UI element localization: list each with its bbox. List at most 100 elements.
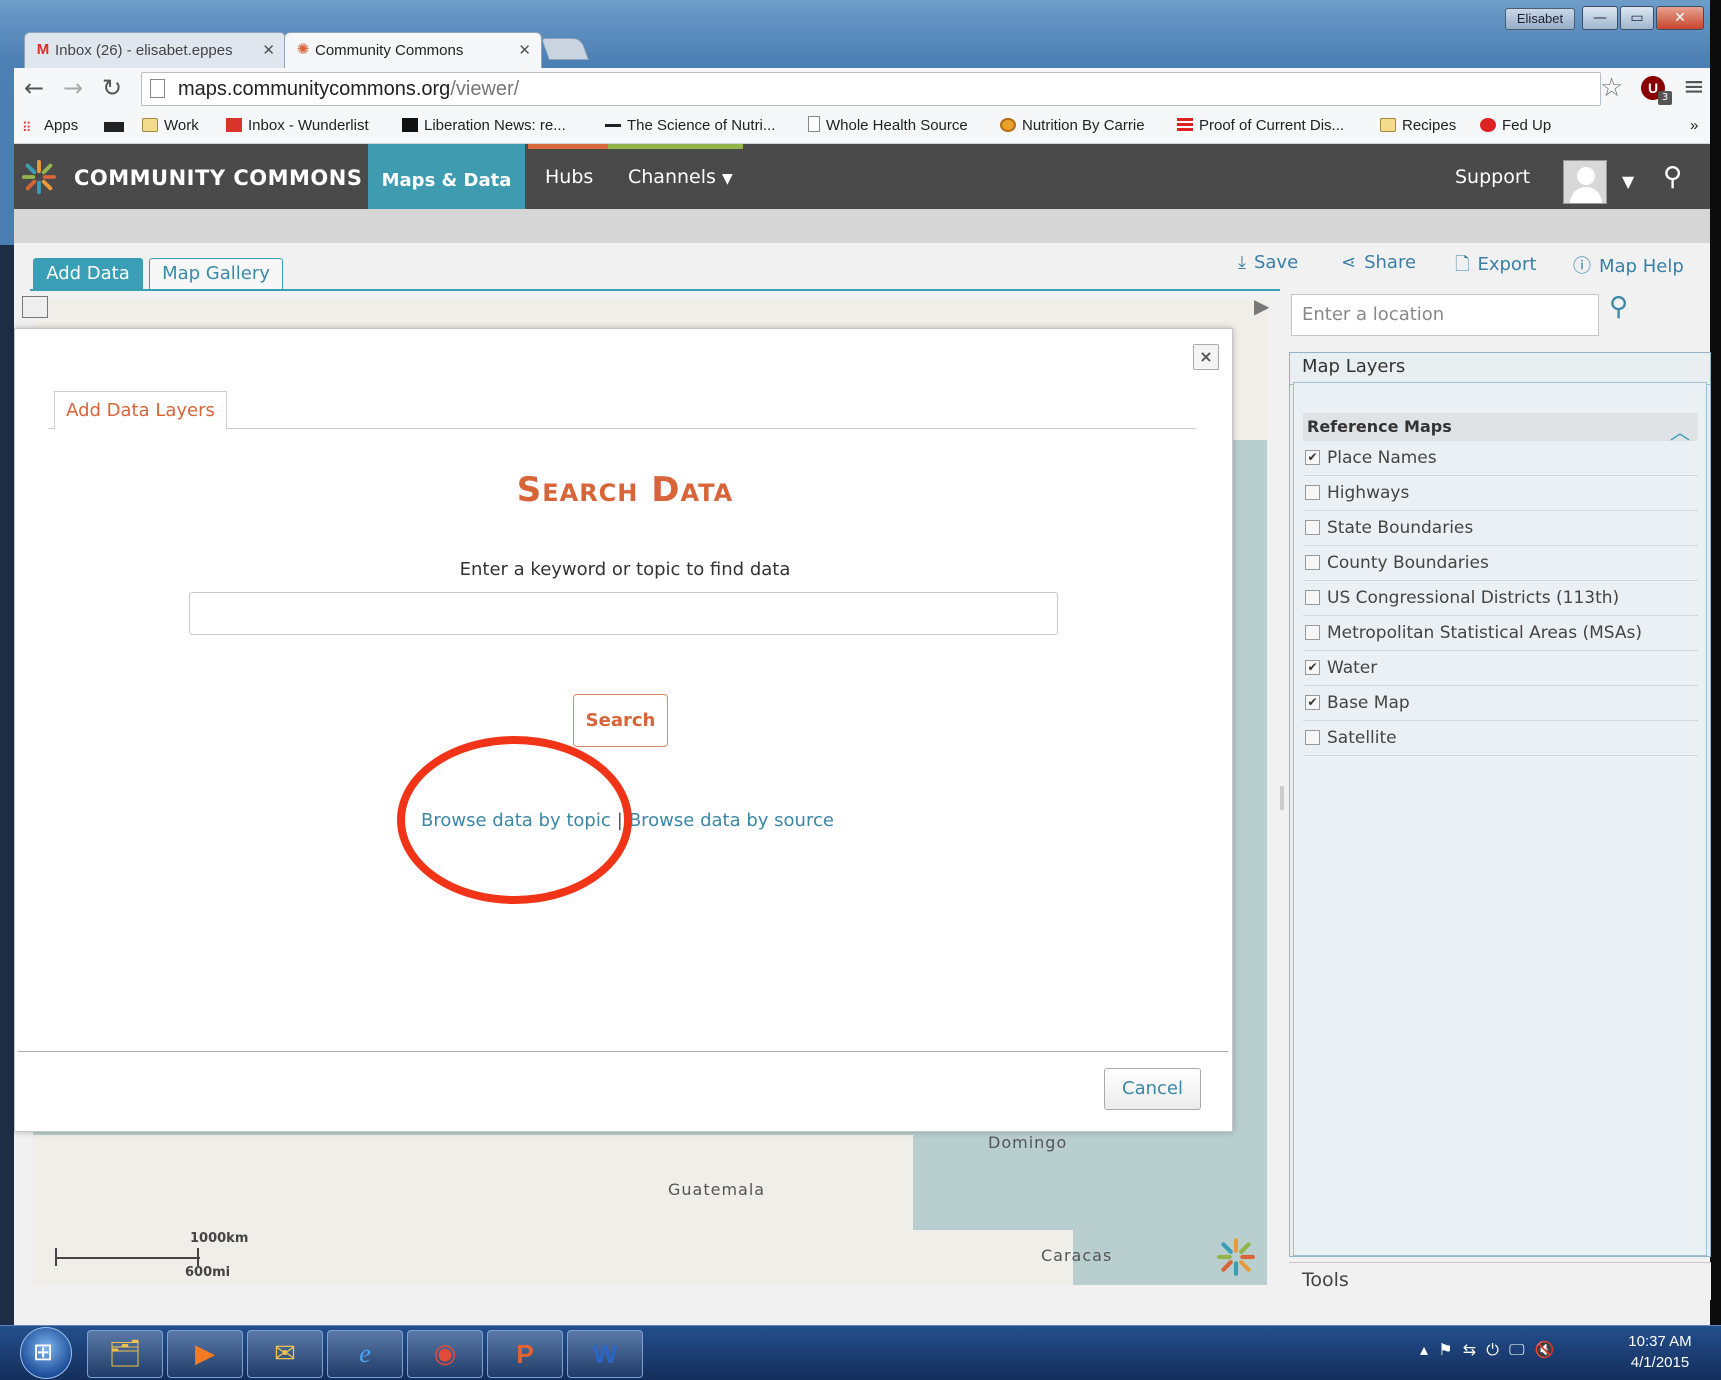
apps-grid-icon: ⠿ — [22, 120, 32, 135]
bookmark-nutrition-carrie[interactable]: Nutrition By Carrie — [1000, 114, 1145, 138]
layer-row[interactable]: US Congressional Districts (113th) — [1303, 581, 1698, 616]
tab-map-gallery[interactable]: Map Gallery — [149, 258, 283, 290]
page-icon — [808, 116, 820, 132]
search-input[interactable] — [189, 592, 1058, 635]
clock-time[interactable]: 10:37 AM — [1620, 1333, 1700, 1350]
layer-row[interactable]: ✔ Water — [1303, 651, 1698, 686]
search-icon[interactable]: ⚲ — [1609, 292, 1628, 322]
reload-icon[interactable]: ↻ — [102, 74, 122, 102]
close-tab-icon[interactable]: ✕ — [518, 41, 531, 59]
map-label-guatemala: Guatemala — [668, 1180, 766, 1199]
bookmark-bbc[interactable] — [104, 114, 130, 138]
internet-explorer-icon[interactable]: e — [327, 1330, 403, 1378]
word-icon[interactable]: W — [567, 1330, 643, 1378]
scale-km-label: 1000km — [190, 1231, 249, 1246]
layer-label: Water — [1327, 658, 1378, 678]
browse-by-source-link[interactable]: Browse data by source — [629, 810, 834, 831]
layer-row[interactable]: Satellite — [1303, 721, 1698, 756]
close-window-button[interactable]: ✕ — [1656, 6, 1704, 30]
forward-arrow-icon[interactable]: → — [63, 74, 83, 102]
export-label: Export — [1477, 254, 1537, 275]
collapse-panel-arrow-icon[interactable]: ▶ — [1254, 294, 1269, 318]
tab-add-data-layers[interactable]: Add Data Layers — [54, 391, 227, 430]
save-button[interactable]: ⤓ Save — [1238, 252, 1298, 273]
cancel-button[interactable]: Cancel — [1104, 1068, 1201, 1110]
tab-add-data[interactable]: Add Data — [33, 258, 143, 290]
layer-label: Place Names — [1327, 448, 1437, 468]
tools-panel-header[interactable]: Tools — [1289, 1262, 1711, 1300]
checkbox[interactable] — [1305, 485, 1320, 500]
bbc-icon — [104, 122, 124, 132]
panel-splitter-handle[interactable] — [1280, 786, 1284, 810]
close-tab-icon[interactable]: ✕ — [262, 41, 275, 59]
share-button[interactable]: ⋖ Share — [1341, 252, 1416, 273]
nav-channels[interactable]: Channels ▼ — [628, 166, 733, 188]
liberation-news-icon — [402, 118, 418, 132]
map-help-button[interactable]: ⓘ Map Help — [1573, 252, 1684, 278]
layer-row[interactable]: ✔ Place Names — [1303, 441, 1698, 476]
bookmark-science-nutrition[interactable]: The Science of Nutri... — [605, 114, 775, 138]
maximize-button[interactable]: ▭ — [1620, 6, 1654, 30]
clock-date[interactable]: 4/1/2015 — [1620, 1354, 1700, 1371]
search-icon[interactable]: ⚲ — [1663, 162, 1682, 192]
checkbox-checked[interactable]: ✔ — [1305, 695, 1320, 710]
nutrition-carrie-icon — [1000, 118, 1016, 132]
layer-row[interactable]: Highways — [1303, 476, 1698, 511]
bookmark-apps[interactable]: ⠿ Apps — [22, 114, 78, 138]
layer-row[interactable]: State Boundaries — [1303, 511, 1698, 546]
bookmark-fed-up[interactable]: Fed Up — [1480, 114, 1551, 138]
tab-community-commons[interactable]: ✺ Community Commons ✕ — [284, 32, 542, 68]
window-user-badge[interactable]: Elisabet — [1505, 8, 1575, 30]
map-extent-icon[interactable] — [22, 296, 48, 318]
windows-explorer-icon[interactable]: 🗂 — [87, 1330, 163, 1378]
checkbox[interactable] — [1305, 555, 1320, 570]
nav-support[interactable]: Support — [1455, 166, 1530, 188]
back-arrow-icon[interactable]: ← — [24, 74, 44, 102]
checkbox-checked[interactable]: ✔ — [1305, 660, 1320, 675]
caret-down-icon: ▼ — [721, 171, 733, 187]
nav-hubs[interactable]: Hubs — [545, 166, 593, 188]
bookmark-proof[interactable]: Proof of Current Dis... — [1177, 114, 1344, 138]
caret-down-icon[interactable]: ▼ — [1622, 172, 1634, 191]
address-url[interactable]: maps.communitycommons.org/viewer/ — [178, 78, 519, 101]
layer-row[interactable]: Metropolitan Statistical Areas (MSAs) — [1303, 616, 1698, 651]
media-player-icon[interactable]: ▶ — [167, 1330, 243, 1378]
bookmarks-overflow-button[interactable]: » — [1690, 114, 1698, 138]
system-tray[interactable]: ▴ ⚑ ⇆ ⏻ 🖵 🔇 — [1420, 1340, 1555, 1360]
checkbox[interactable] — [1305, 730, 1320, 745]
sub-header-bar — [14, 209, 1710, 243]
site-brand[interactable]: COMMUNITY COMMONS — [74, 166, 362, 190]
new-tab-button[interactable] — [540, 38, 590, 60]
bookmark-label: Fed Up — [1502, 117, 1552, 134]
map-layers-title[interactable]: Map Layers — [1290, 353, 1710, 385]
minimize-button[interactable]: — — [1582, 6, 1618, 30]
desktop-background — [0, 245, 14, 1325]
export-button[interactable]: 🗋 Export — [1455, 252, 1536, 282]
tab-gmail[interactable]: M Inbox (26) - elisabet.eppes ✕ — [24, 32, 286, 68]
bookmark-work[interactable]: Work — [142, 114, 199, 138]
bookmark-star-icon[interactable]: ☆ — [1600, 73, 1623, 103]
search-button[interactable]: Search — [573, 694, 668, 747]
community-commons-logo-icon[interactable] — [20, 158, 58, 196]
location-search-input[interactable]: Enter a location — [1291, 294, 1599, 336]
chrome-menu-icon[interactable]: ≡ — [1683, 72, 1705, 102]
layer-row[interactable]: County Boundaries — [1303, 546, 1698, 581]
checkbox[interactable] — [1305, 590, 1320, 605]
outlook-icon[interactable]: ✉ — [247, 1330, 323, 1378]
url-host: maps.communitycommons.org — [178, 78, 451, 100]
powerpoint-icon[interactable]: P — [487, 1330, 563, 1378]
checkbox-checked[interactable]: ✔ — [1305, 450, 1320, 465]
bookmark-recipes[interactable]: Recipes — [1380, 114, 1456, 138]
avatar[interactable] — [1563, 160, 1607, 204]
bookmark-label: Liberation News: re... — [424, 117, 566, 134]
bookmark-whole-health[interactable]: Whole Health Source — [808, 114, 968, 138]
chrome-icon[interactable]: ◉ — [407, 1330, 483, 1378]
gmail-icon: M — [36, 41, 50, 58]
reference-maps-header[interactable]: Reference Maps — [1303, 413, 1698, 441]
checkbox[interactable] — [1305, 520, 1320, 535]
close-icon[interactable]: × — [1193, 344, 1219, 370]
bookmark-liberation-news[interactable]: Liberation News: re... — [402, 114, 566, 138]
layer-row[interactable]: ✔ Base Map — [1303, 686, 1698, 721]
bookmark-wunderlist[interactable]: Inbox - Wunderlist — [226, 114, 369, 138]
checkbox[interactable] — [1305, 625, 1320, 640]
